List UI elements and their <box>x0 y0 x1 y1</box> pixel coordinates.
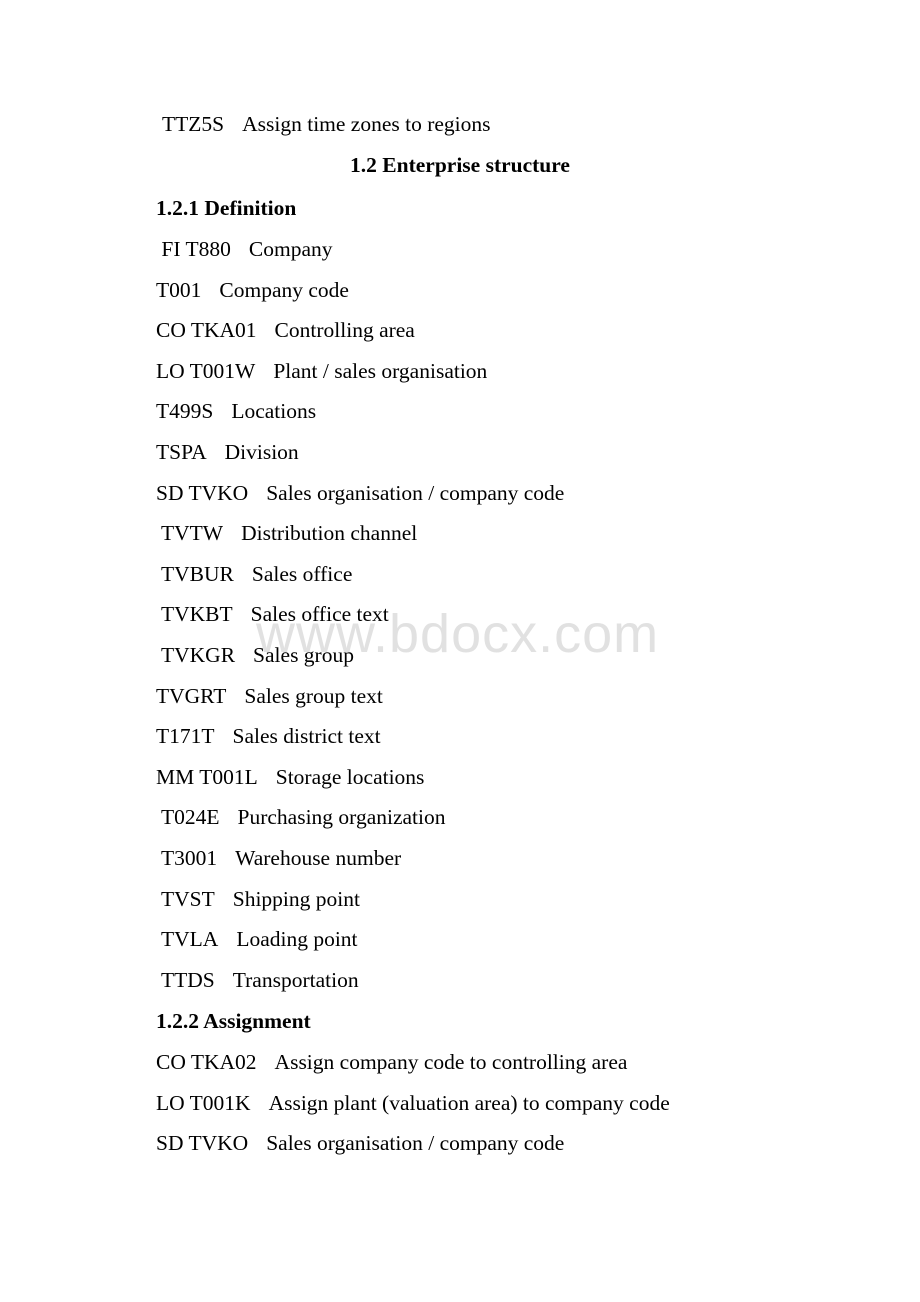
table-description: Division <box>224 440 299 464</box>
entry-line: FI T880 Company <box>156 236 332 262</box>
table-description: Sales organisation / company code <box>266 480 565 505</box>
entry-line: TVTW Distribution channel <box>156 520 417 546</box>
table-code: T499S <box>156 399 214 424</box>
entry-line: TVLA Loading point <box>156 926 358 952</box>
table-description: Storage locations <box>275 764 425 789</box>
section-title: 1.2 Enterprise structure <box>350 153 570 177</box>
table-code: TSPA <box>156 440 207 464</box>
table-description: Sales organisation / company code <box>266 1131 565 1156</box>
entry-line: T3001 Warehouse number <box>156 845 401 871</box>
table-code: TVBUR <box>156 561 234 586</box>
table-code: SD TVKO <box>156 1131 249 1156</box>
entry-line: TVKGR Sales group <box>156 642 354 668</box>
table-code: TTZ5S <box>162 112 225 136</box>
entry-line: TVST Shipping point <box>156 886 360 912</box>
subsection-title-definition: 1.2.1 Definition <box>156 196 297 220</box>
table-description: Sales group text <box>244 683 383 708</box>
entry-line: T024E Purchasing organization <box>156 804 446 830</box>
table-code: LO T001W <box>156 358 256 383</box>
table-description: Plant / sales organisation <box>273 358 488 383</box>
entry-line: TVBUR Sales office <box>156 561 352 587</box>
entry-line: TTZ5S Assign time zones to regions <box>162 111 491 137</box>
table-code: MM T001L <box>156 764 258 789</box>
entry-line: T001 Company code <box>156 277 349 303</box>
table-code: TVKBT <box>156 602 233 627</box>
table-code: T024E <box>156 805 220 830</box>
table-code: T171T <box>156 724 215 749</box>
table-code: FI T880 <box>156 237 231 261</box>
table-description: Company <box>248 237 333 261</box>
table-description: Assign plant (valuation area) to company… <box>268 1090 670 1115</box>
entry-line: MM T001L Storage locations <box>156 764 424 790</box>
table-description: Distribution channel <box>241 521 418 546</box>
entry-line: LO T001K Assign plant (valuation area) to… <box>156 1090 670 1116</box>
table-code: T3001 <box>156 846 218 870</box>
table-description: Warehouse number <box>235 846 402 870</box>
entry-line: TVKBT Sales office text <box>156 601 389 627</box>
table-description: Loading point <box>236 927 358 952</box>
entry-line: TSPA Division <box>156 439 299 465</box>
table-description: Controlling area <box>274 318 415 343</box>
entry-line: SD TVKO Sales organisation / company code <box>156 1130 564 1156</box>
entry-line: CO TKA02 Assign company code to controlli… <box>156 1049 627 1075</box>
table-code: SD TVKO <box>156 480 249 505</box>
table-code: TVTW <box>156 521 224 546</box>
table-description: Sales office <box>251 561 353 586</box>
entry-line: TVGRT Sales group text <box>156 683 383 709</box>
table-code: TVST <box>156 886 215 911</box>
table-description: Assign time zones to regions <box>242 112 491 136</box>
table-code: CO TKA01 <box>156 318 257 343</box>
entry-line: TTDS Transportation <box>156 967 359 993</box>
subsection-title-assignment: 1.2.2 Assignment <box>156 1009 311 1033</box>
table-code: TVGRT <box>156 683 227 708</box>
table-description: Shipping point <box>232 886 360 911</box>
table-code: TVKGR <box>156 643 236 667</box>
entry-line: T171T Sales district text <box>156 723 381 749</box>
table-description: Sales group <box>253 643 354 667</box>
table-description: Purchasing organization <box>237 805 446 830</box>
table-description: Sales office text <box>250 602 389 627</box>
entry-line: CO TKA01 Controlling area <box>156 317 415 343</box>
table-code: CO TKA02 <box>156 1050 257 1074</box>
table-description: Transportation <box>232 967 359 992</box>
table-code: LO T001K <box>156 1090 251 1115</box>
entry-line: T499S Locations <box>156 398 316 424</box>
table-code: TTDS <box>156 967 215 992</box>
document-page: TTZ5S Assign time zones to regions 1.2 En… <box>0 0 920 1302</box>
table-description: Sales district text <box>232 724 381 749</box>
table-code: TVLA <box>156 927 219 952</box>
table-description: Company code <box>219 277 349 302</box>
entry-line: SD TVKO Sales organisation / company code <box>156 480 564 506</box>
entry-line: LO T001W Plant / sales organisation <box>156 358 487 384</box>
table-description: Locations <box>231 399 317 424</box>
table-code: T001 <box>156 277 202 302</box>
table-description: Assign company code to controlling area <box>274 1050 628 1074</box>
